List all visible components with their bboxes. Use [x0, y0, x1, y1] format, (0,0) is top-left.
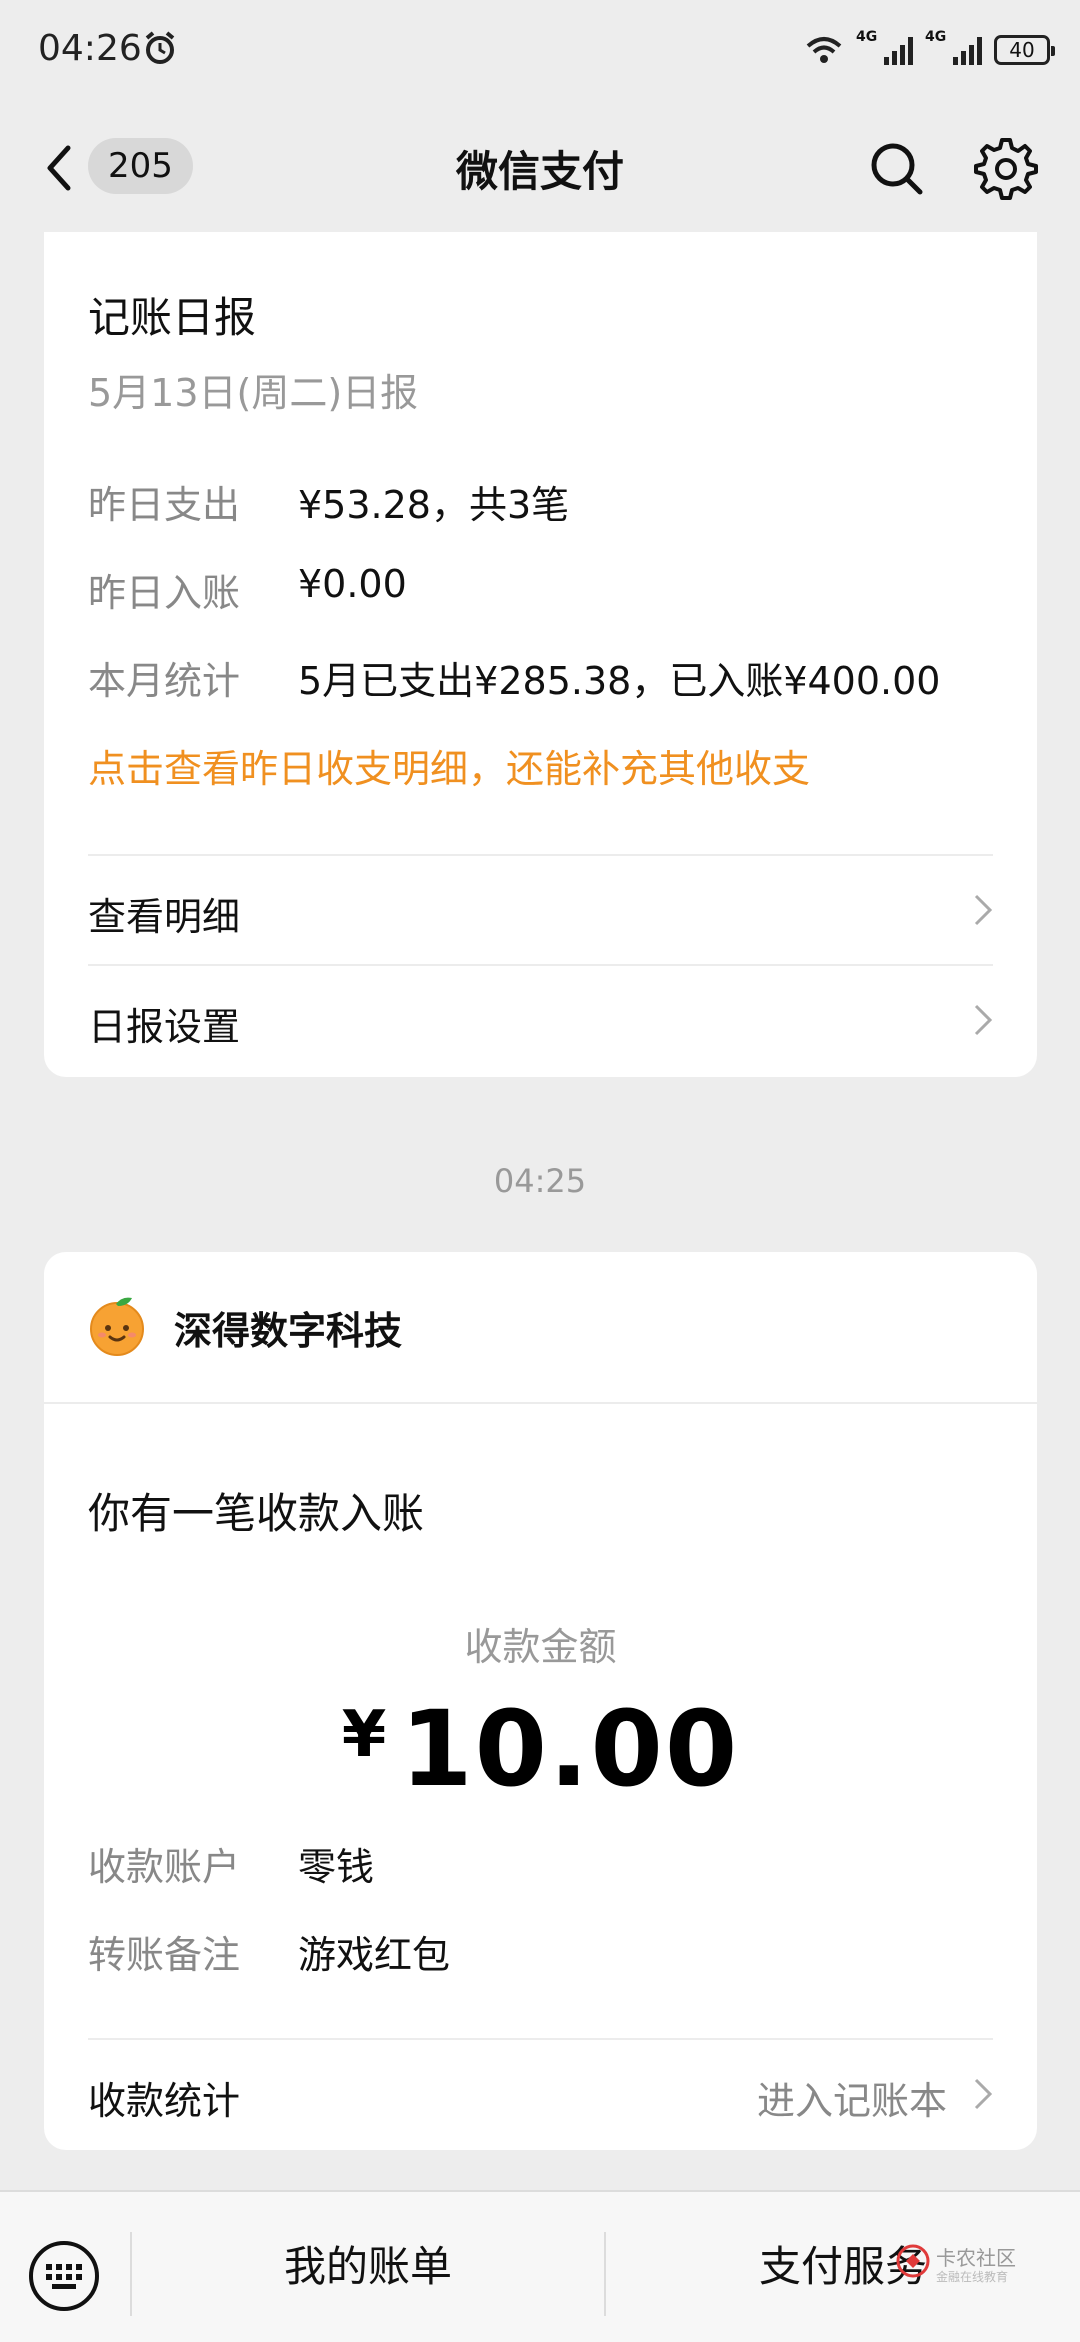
payment-stats-row[interactable]: 收款统计 进入记账本 — [44, 2040, 1037, 2150]
watermark-logo-icon — [896, 2244, 930, 2278]
yesterday-income-label: 昨日入账 — [88, 571, 241, 615]
bottom-menu-bar: 我的账单 支付服务 卡农社区 金融在线教育 — [0, 2190, 1080, 2342]
receiving-account-label: 收款账户 — [88, 1845, 241, 1889]
yesterday-income-value: ¥0.00 — [298, 562, 407, 606]
transfer-note-value: 游戏红包 — [298, 1933, 451, 1977]
view-details-row[interactable]: 查看明细 — [44, 856, 1037, 964]
battery-icon: 40 — [994, 35, 1055, 65]
network-type-1: 4G — [856, 29, 878, 45]
network-type-2: 4G — [925, 29, 947, 45]
yesterday-expense-value: ¥53.28，共3笔 — [298, 483, 570, 527]
details-hint-link[interactable]: 点击查看昨日收支明细，还能补充其他收支 — [88, 738, 810, 793]
open-ledger-link[interactable]: 进入记账本 — [757, 2070, 947, 2125]
transfer-note-label: 转账备注 — [88, 1933, 241, 1977]
chevron-right-icon — [974, 894, 993, 926]
report-subtitle: 5月13日(周二)日报 — [88, 371, 419, 415]
status-time: 04:26 — [38, 28, 142, 69]
report-settings-row[interactable]: 日报设置 — [44, 966, 1037, 1074]
payment-stats-label: 收款统计 — [88, 2079, 241, 2123]
signal-icon: 4G — [856, 29, 913, 65]
receiving-account-value: 零钱 — [298, 1845, 375, 1889]
alarm-clock-icon — [145, 31, 175, 64]
report-settings-label: 日报设置 — [88, 1005, 241, 1049]
amount-display: ¥10.00 — [44, 1688, 1037, 1810]
merchant-name: 深得数字科技 — [174, 1309, 403, 1353]
month-stats-label: 本月统计 — [88, 659, 241, 703]
gear-icon[interactable] — [974, 136, 1038, 200]
divider — [44, 1402, 1037, 1404]
chevron-right-icon — [974, 1004, 993, 1036]
amount-label: 收款金额 — [464, 1625, 617, 1669]
wifi-icon — [806, 37, 842, 63]
keyboard-icon[interactable] — [28, 2240, 100, 2312]
merchant-logo-icon — [90, 1297, 144, 1356]
my-bills-menu[interactable]: 我的账单 — [132, 2192, 604, 2342]
watermark-name: 卡农社区 — [936, 2246, 1016, 2270]
daily-report-card[interactable]: 记账日报 5月13日(周二)日报 昨日支出 ¥53.28，共3笔 昨日入账 ¥0… — [44, 232, 1037, 1077]
chevron-right-icon — [974, 2078, 993, 2110]
signal-icon: 4G — [925, 29, 982, 65]
payment-notice-card[interactable]: 深得数字科技 你有一笔收款入账 收款金额 ¥10.00 收款账户 零钱 转账备注… — [44, 1252, 1037, 2150]
watermark-tagline: 金融在线教育 — [936, 2270, 1009, 2284]
view-details-label: 查看明细 — [88, 895, 241, 939]
currency-symbol: ¥ — [341, 1698, 387, 1772]
report-title: 记账日报 — [88, 293, 257, 342]
nav-bar: 205 微信支付 — [0, 100, 1080, 232]
notice-title: 你有一笔收款入账 — [88, 1489, 425, 1538]
yesterday-expense-label: 昨日支出 — [88, 483, 241, 527]
amount-value: 10.00 — [400, 1688, 740, 1810]
search-icon[interactable] — [866, 138, 926, 198]
status-bar: 04:26 4G 4G 40 — [0, 0, 1080, 100]
message-timestamp: 04:25 — [493, 1162, 587, 1200]
watermark: 卡农社区 金融在线教育 — [896, 2238, 1066, 2298]
month-stats-value: 5月已支出¥285.38，已入账¥400.00 — [298, 659, 941, 703]
